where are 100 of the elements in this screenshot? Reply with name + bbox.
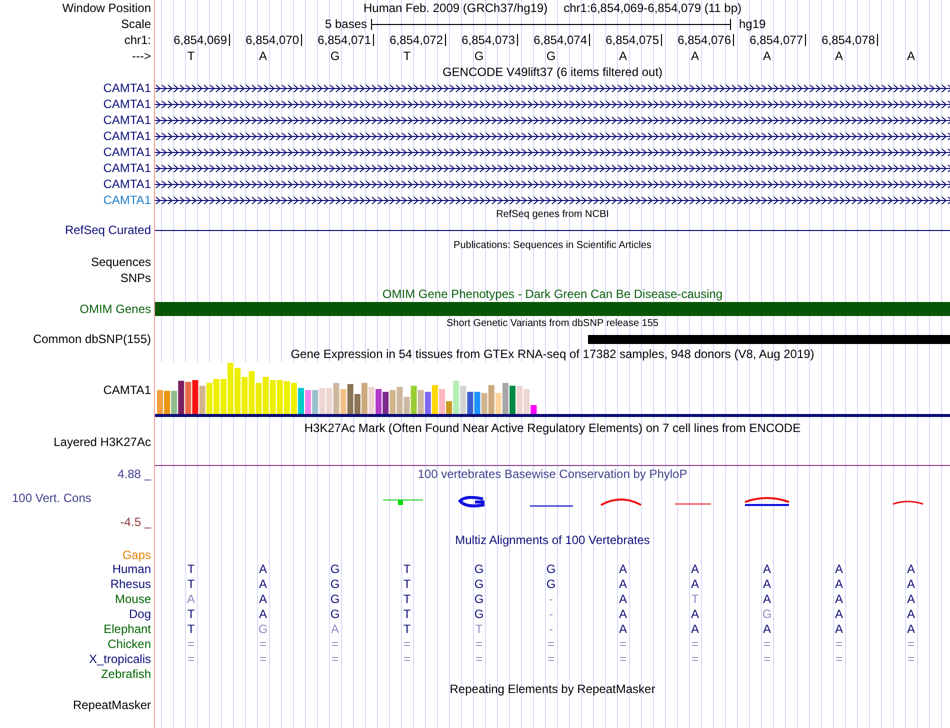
aligned-base: = xyxy=(187,638,194,650)
aligned-base: G xyxy=(330,608,340,620)
aligned-base: G xyxy=(762,608,772,620)
coordinate-tick: 6,854,072 xyxy=(390,34,446,46)
track-label[interactable]: chr1: xyxy=(124,34,151,46)
species-label[interactable]: Human xyxy=(112,562,151,574)
gene-label[interactable]: CAMTA1 xyxy=(103,162,151,174)
gene-label[interactable]: CAMTA1 xyxy=(103,178,151,190)
coordinate-tick: 6,854,078 xyxy=(822,34,878,46)
aligned-base: A xyxy=(618,592,627,604)
track-title: GENCODE V49lift37 (6 items filtered out) xyxy=(442,66,663,78)
coordinate-tick: 6,854,069 xyxy=(174,34,230,46)
base-letter: A xyxy=(618,50,627,62)
track-label[interactable]: CAMTA1 xyxy=(103,384,151,396)
scale-text: 5 bases xyxy=(324,18,368,30)
track-label[interactable]: ---> xyxy=(132,50,151,62)
coordinate-tick: 6,854,075 xyxy=(606,34,662,46)
genome-text: hg19 xyxy=(738,18,767,30)
gene-label[interactable]: CAMTA1 xyxy=(103,98,151,110)
axis-max-label: 4.88 _ xyxy=(118,468,151,480)
aligned-base: T xyxy=(691,592,699,604)
species-label[interactable]: Rhesus xyxy=(110,578,151,590)
track-label[interactable]: OMIM Genes xyxy=(80,303,151,315)
aligned-base: A xyxy=(258,608,267,620)
base-letter: G xyxy=(474,50,484,62)
gene-label[interactable]: CAMTA1 xyxy=(103,146,151,158)
aligned-base: T xyxy=(187,578,195,590)
track-label[interactable]: Common dbSNP(155) xyxy=(32,333,151,345)
aligned-base: = xyxy=(403,638,410,650)
track-label[interactable]: Sequences xyxy=(90,256,151,268)
track-label[interactable]: Layered H3K27Ac xyxy=(54,436,151,448)
track-label[interactable]: 100 Vert. Cons xyxy=(0,492,92,504)
gene-label[interactable]: CAMTA1 xyxy=(103,194,151,206)
track-title: Gene Expression in 54 tissues from GTEx RNA-seq of 17382 samples, 948 donors (V8, Aug 2019) xyxy=(290,348,814,360)
base-letter: A xyxy=(906,50,915,62)
aligned-base: A xyxy=(618,578,627,590)
aligned-base: G xyxy=(546,562,556,574)
position-text: chr1:6,854,069-6,854,079 (11 bp) xyxy=(564,2,742,14)
aligned-base: T xyxy=(403,608,411,620)
aligned-base: A xyxy=(762,622,771,634)
aligned-base: A xyxy=(762,578,771,590)
track-label[interactable]: SNPs xyxy=(120,272,151,284)
aligned-base: = xyxy=(187,652,194,664)
aligned-base: = xyxy=(547,652,554,664)
track-title: Multiz Alignments of 100 Vertebrates xyxy=(455,534,650,546)
aligned-base: A xyxy=(834,578,843,590)
aligned-base: A xyxy=(834,608,843,620)
track-label[interactable]: Scale xyxy=(120,18,151,30)
species-label[interactable]: Dog xyxy=(128,608,151,620)
track-label[interactable]: RepeatMasker xyxy=(72,699,151,711)
aligned-base: G xyxy=(330,592,340,604)
aligned-base: A xyxy=(330,622,339,634)
aligned-base: = xyxy=(403,652,410,664)
track-title: 100 vertebrates Basewise Conservation by PhyloP xyxy=(418,468,688,480)
base-letter: A xyxy=(834,50,843,62)
aligned-base: A xyxy=(834,622,843,634)
aligned-base: A xyxy=(906,592,915,604)
aligned-base: = xyxy=(907,652,914,664)
aligned-base: T xyxy=(403,562,411,574)
track-title: Publications: Sequences in Scientific Articles xyxy=(454,241,652,251)
aligned-base: T xyxy=(187,622,195,634)
track-label[interactable]: Window Position xyxy=(62,2,151,14)
aligned-base: = xyxy=(763,652,770,664)
aligned-base: A xyxy=(834,562,843,574)
aligned-base: = xyxy=(835,638,842,650)
aligned-base: G xyxy=(474,592,484,604)
aligned-base: A xyxy=(258,562,267,574)
aligned-base: T xyxy=(403,578,411,590)
coordinate-tick: 6,854,077 xyxy=(750,34,806,46)
gene-label[interactable]: CAMTA1 xyxy=(103,130,151,142)
coordinate-tick: 6,854,076 xyxy=(678,34,734,46)
species-label[interactable]: Zebrafish xyxy=(100,668,151,680)
aligned-base: G xyxy=(474,562,484,574)
aligned-base: = xyxy=(259,638,266,650)
aligned-base: A xyxy=(258,578,267,590)
coordinate-tick: 6,854,071 xyxy=(318,34,374,46)
species-label[interactable]: Mouse xyxy=(114,592,151,604)
track-title: OMIM Gene Phenotypes - Dark Green Can Be Disease-causing xyxy=(382,288,723,300)
species-label[interactable]: Chicken xyxy=(108,638,151,650)
aligned-base: = xyxy=(547,638,554,650)
species-label[interactable]: Elephant xyxy=(104,622,151,634)
aligned-base: = xyxy=(475,638,482,650)
track-label[interactable]: RefSeq Curated xyxy=(64,224,151,236)
aligned-base: = xyxy=(835,652,842,664)
gene-label[interactable]: CAMTA1 xyxy=(103,114,151,126)
species-label[interactable]: X_tropicalis xyxy=(88,652,151,664)
axis-min-label: -4.5 _ xyxy=(120,516,151,528)
aligned-base: - xyxy=(549,622,553,634)
track-title: H3K27Ac Mark (Often Found Near Active Regulatory Elements) on 7 cell lines from ENCODE xyxy=(304,422,801,434)
aligned-base: A xyxy=(906,578,915,590)
track-title: Repeating Elements by RepeatMasker xyxy=(450,683,656,695)
coordinate-tick: 6,854,070 xyxy=(246,34,302,46)
aligned-base: G xyxy=(474,578,484,590)
base-letter: T xyxy=(187,50,195,62)
base-letter: G xyxy=(546,50,556,62)
aligned-base: A xyxy=(690,622,699,634)
gene-label[interactable]: CAMTA1 xyxy=(103,82,151,94)
aligned-base: T xyxy=(475,622,483,634)
aligned-base: = xyxy=(907,638,914,650)
aligned-base: A xyxy=(618,562,627,574)
